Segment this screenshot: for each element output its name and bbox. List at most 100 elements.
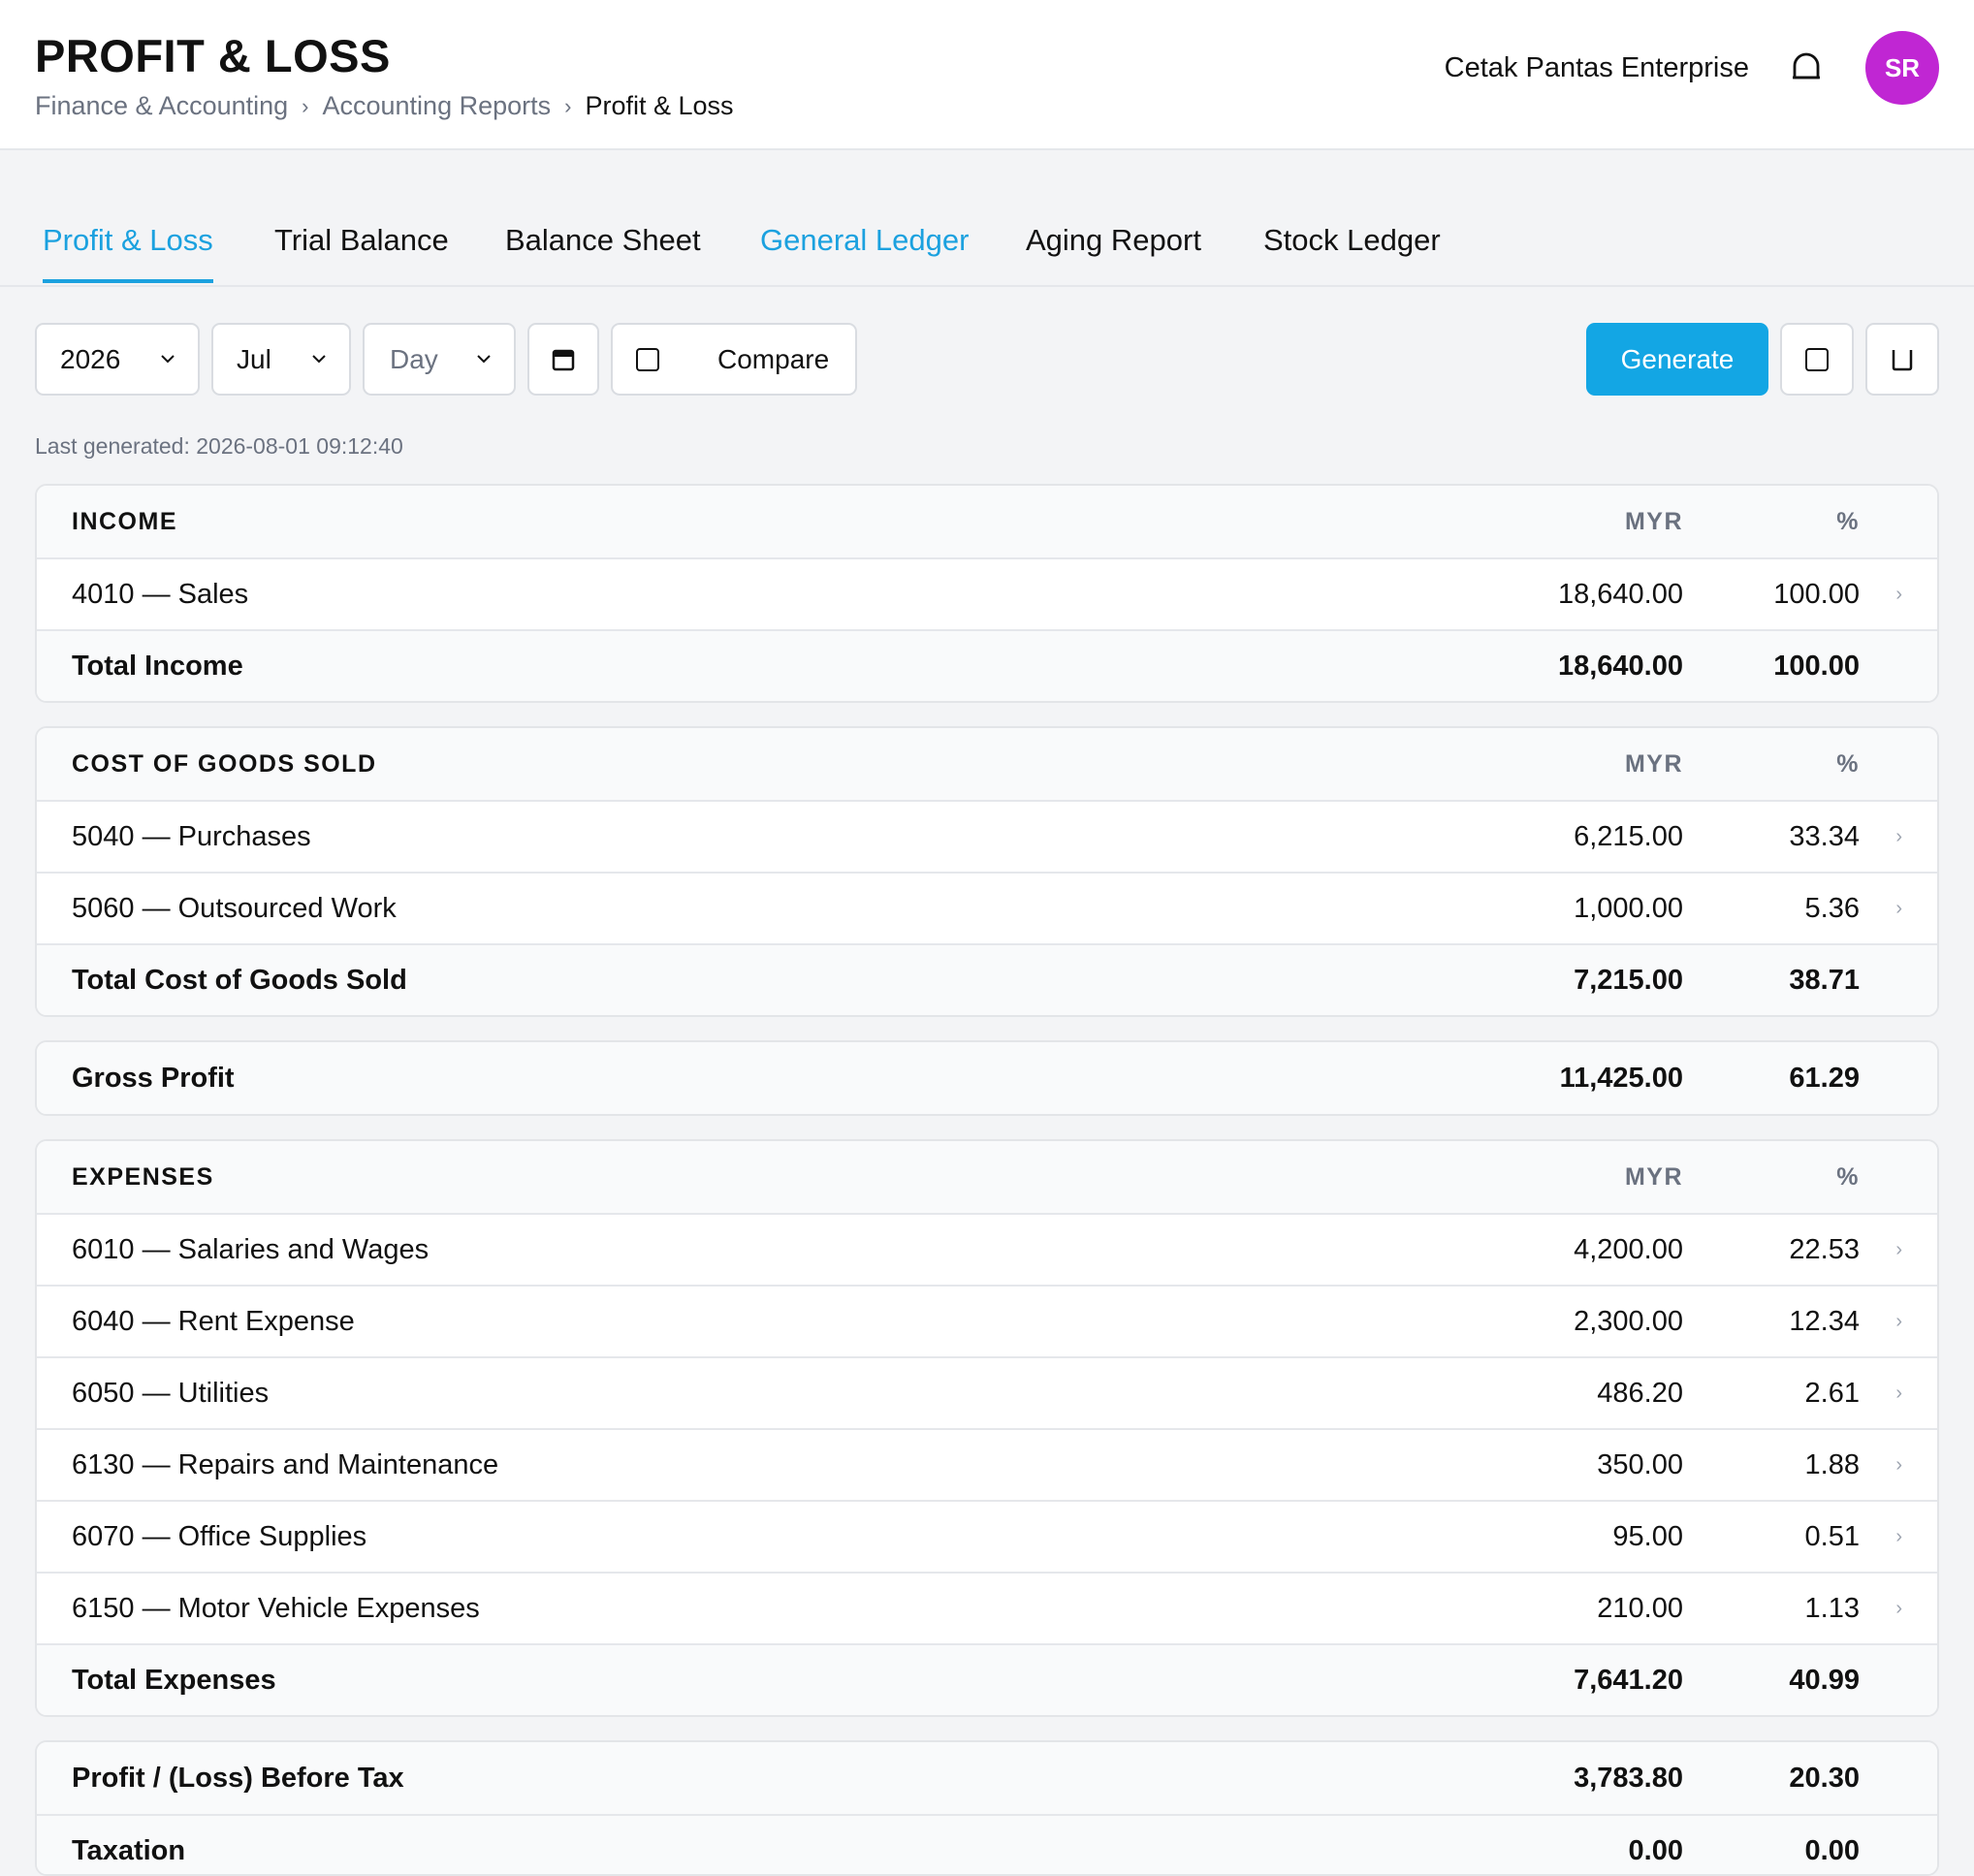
breadcrumb-separator-icon: ›	[302, 93, 309, 118]
account-label: 6010 — Salaries and Wages	[72, 1233, 430, 1265]
account-amount: 6,215.00	[1574, 820, 1683, 852]
day-select[interactable]: Day	[363, 323, 516, 396]
breadcrumb-accounting-reports[interactable]: Accounting Reports	[323, 91, 552, 121]
account-row[interactable]: 5060 — Outsourced Work 1,000.00 5.36 ›	[37, 872, 1937, 943]
calendar-button[interactable]	[527, 323, 599, 396]
profit-before-tax-amount: 3,783.80	[1574, 1762, 1683, 1794]
chevron-right-icon[interactable]: ›	[1895, 1239, 1902, 1261]
currency-header: MYR	[1624, 749, 1683, 778]
total-row: Total Expenses 7,641.20 40.99	[37, 1643, 1937, 1715]
total-row: Total Income 18,640.00 100.00	[37, 629, 1937, 701]
tab-stock-ledger[interactable]: Stock Ledger	[1263, 223, 1441, 279]
tab-profit-loss[interactable]: Profit & Loss	[43, 223, 213, 283]
account-label: 5040 — Purchases	[72, 820, 311, 852]
year-select-value: 2026	[60, 343, 121, 374]
total-percent: 100.00	[1773, 650, 1860, 682]
account-row[interactable]: 4010 — Sales 18,640.00 100.00 ›	[37, 557, 1937, 629]
income-section: INCOME MYR % 4010 — Sales 18,640.00 100.…	[35, 484, 1939, 703]
last-generated-text: Last generated: 2026-08-01 09:12:40	[35, 433, 403, 459]
chevron-right-icon[interactable]: ›	[1895, 1598, 1902, 1620]
chevron-right-icon[interactable]: ›	[1895, 1526, 1902, 1548]
account-row[interactable]: 5040 — Purchases 6,215.00 33.34 ›	[37, 800, 1937, 872]
chevron-right-icon[interactable]: ›	[1895, 584, 1902, 606]
company-name[interactable]: Cetak Pantas Enterprise	[1445, 52, 1749, 84]
percent-header: %	[1836, 1162, 1860, 1191]
account-amount: 4,200.00	[1574, 1233, 1683, 1265]
generate-button[interactable]: Generate	[1586, 323, 1768, 396]
print-icon	[1805, 347, 1829, 371]
account-amount: 486.20	[1597, 1377, 1683, 1409]
account-amount: 210.00	[1597, 1592, 1683, 1624]
bell-icon[interactable]	[1790, 50, 1823, 83]
account-amount: 2,300.00	[1574, 1305, 1683, 1337]
compare-toggle[interactable]: Compare	[611, 323, 857, 396]
section-header: INCOME MYR %	[37, 486, 1937, 557]
chevron-right-icon[interactable]: ›	[1895, 1311, 1902, 1333]
month-select-value: Jul	[237, 343, 271, 374]
account-label: 6130 — Repairs and Maintenance	[72, 1448, 499, 1480]
account-label: 6050 — Utilities	[72, 1377, 270, 1409]
account-row[interactable]: 6070 — Office Supplies 95.00 0.51 ›	[37, 1500, 1937, 1572]
expenses-section: EXPENSES MYR % 6010 — Salaries and Wages…	[35, 1139, 1939, 1717]
total-amount: 18,640.00	[1557, 650, 1683, 682]
chevron-right-icon[interactable]: ›	[1895, 1383, 1902, 1405]
chevron-down-icon	[312, 355, 326, 364]
taxation-amount: 0.00	[1628, 1834, 1683, 1866]
year-select[interactable]: 2026	[35, 323, 200, 396]
account-percent: 1.88	[1804, 1448, 1860, 1480]
breadcrumb-finance[interactable]: Finance & Accounting	[35, 91, 288, 121]
currency-header: MYR	[1624, 1162, 1683, 1191]
user-avatar[interactable]: SR	[1865, 31, 1939, 105]
day-select-placeholder: Day	[390, 343, 438, 374]
account-amount: 1,000.00	[1574, 892, 1683, 924]
account-percent: 1.13	[1804, 1592, 1860, 1624]
account-label: 4010 — Sales	[72, 578, 249, 610]
section-header: COST OF GOODS SOLD MYR %	[37, 728, 1937, 800]
account-row[interactable]: 6130 — Repairs and Maintenance 350.00 1.…	[37, 1428, 1937, 1500]
total-percent: 40.99	[1789, 1664, 1860, 1696]
account-amount: 350.00	[1597, 1448, 1683, 1480]
percent-header: %	[1836, 749, 1860, 778]
account-label: 5060 — Outsourced Work	[72, 892, 397, 924]
taxation-row: Taxation 0.00 0.00	[37, 1814, 1937, 1874]
account-percent: 0.51	[1804, 1520, 1860, 1552]
account-amount: 18,640.00	[1557, 578, 1683, 610]
page-header: PROFIT & LOSS Finance & Accounting › Acc…	[0, 0, 1974, 150]
total-amount: 7,215.00	[1574, 964, 1683, 996]
profit-before-tax-row: Profit / (Loss) Before Tax 3,783.80 20.3…	[37, 1742, 1937, 1814]
chevron-right-icon[interactable]: ›	[1895, 898, 1902, 920]
gross-profit-section: Gross Profit 11,425.00 61.29	[35, 1040, 1939, 1116]
total-amount: 7,641.20	[1574, 1664, 1683, 1696]
account-row[interactable]: 6010 — Salaries and Wages 4,200.00 22.53…	[37, 1213, 1937, 1285]
account-percent: 2.61	[1804, 1377, 1860, 1409]
account-amount: 95.00	[1612, 1520, 1683, 1552]
cogs-section: COST OF GOODS SOLD MYR % 5040 — Purchase…	[35, 726, 1939, 1017]
chevron-right-icon[interactable]: ›	[1895, 1454, 1902, 1477]
account-row[interactable]: 6150 — Motor Vehicle Expenses 210.00 1.1…	[37, 1572, 1937, 1643]
export-button[interactable]	[1865, 323, 1939, 396]
tab-trial-balance[interactable]: Trial Balance	[274, 223, 449, 279]
account-row[interactable]: 6040 — Rent Expense 2,300.00 12.34 ›	[37, 1285, 1937, 1356]
month-select[interactable]: Jul	[211, 323, 351, 396]
total-label: Total Expenses	[72, 1664, 276, 1696]
profit-before-tax-label: Profit / (Loss) Before Tax	[72, 1762, 404, 1794]
account-label: 6070 — Office Supplies	[72, 1520, 367, 1552]
total-row: Total Cost of Goods Sold 7,215.00 38.71	[37, 943, 1937, 1015]
account-row[interactable]: 6050 — Utilities 486.20 2.61 ›	[37, 1356, 1937, 1428]
tab-general-ledger[interactable]: General Ledger	[760, 223, 969, 279]
account-percent: 12.34	[1789, 1305, 1860, 1337]
currency-header: MYR	[1624, 507, 1683, 535]
taxation-label: Taxation	[72, 1834, 186, 1866]
checkbox-icon[interactable]	[636, 347, 659, 371]
chevron-right-icon[interactable]: ›	[1895, 826, 1902, 848]
tab-balance-sheet[interactable]: Balance Sheet	[505, 223, 701, 279]
account-percent: 33.34	[1789, 820, 1860, 852]
total-percent: 38.71	[1789, 964, 1860, 996]
tab-aging-report[interactable]: Aging Report	[1026, 223, 1201, 279]
profit-before-tax-section: Profit / (Loss) Before Tax 3,783.80 20.3…	[35, 1740, 1939, 1876]
breadcrumb-current: Profit & Loss	[585, 91, 734, 120]
percent-header: %	[1836, 507, 1860, 535]
gross-profit-label: Gross Profit	[72, 1062, 235, 1094]
print-button[interactable]	[1780, 323, 1854, 396]
export-icon	[1892, 349, 1913, 370]
